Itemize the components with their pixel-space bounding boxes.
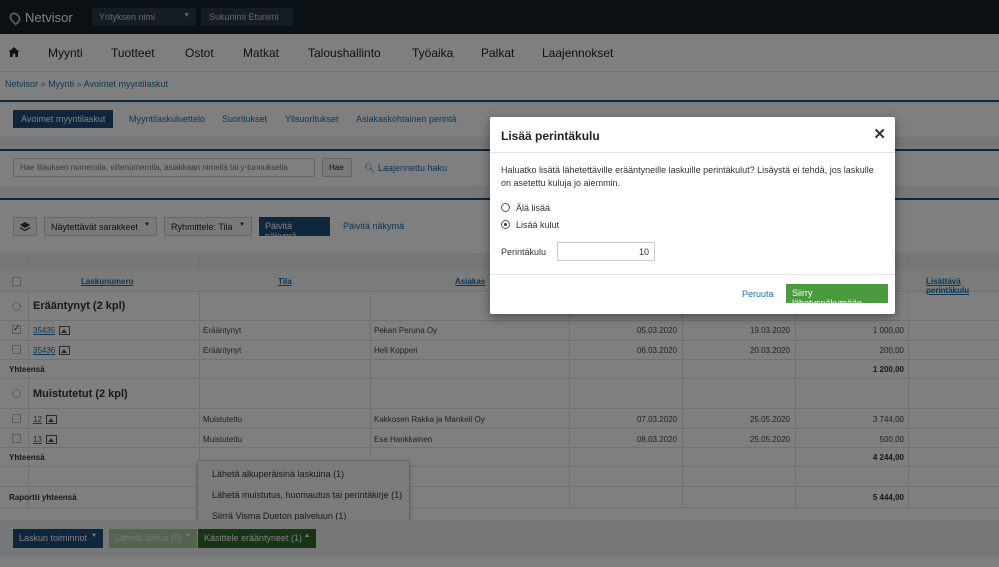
radio-dont-add-label[interactable]: Älä lisää — [516, 203, 550, 213]
dialog-divider — [490, 152, 895, 153]
proceed-to-send-button[interactable]: Siirry lähetysnäkymään — [786, 284, 888, 308]
fee-input[interactable] — [557, 242, 655, 261]
radio-add-fees-label[interactable]: Lisää kulut — [516, 220, 559, 230]
radio-dont-add[interactable] — [501, 203, 510, 212]
add-collection-fee-dialog: Lisää perintäkulu ✕ Haluatko lisätä lähe… — [490, 117, 895, 314]
dialog-title: Lisää perintäkulu — [501, 129, 600, 143]
radio-add-fees[interactable] — [501, 220, 510, 229]
dialog-divider — [490, 274, 895, 275]
fee-label: Perintäkulu — [501, 247, 547, 257]
dialog-description: Haluatko lisätä lähetettäville erääntyne… — [501, 165, 874, 188]
cancel-button[interactable]: Peruuta — [742, 289, 774, 299]
close-icon[interactable]: ✕ — [873, 125, 886, 143]
